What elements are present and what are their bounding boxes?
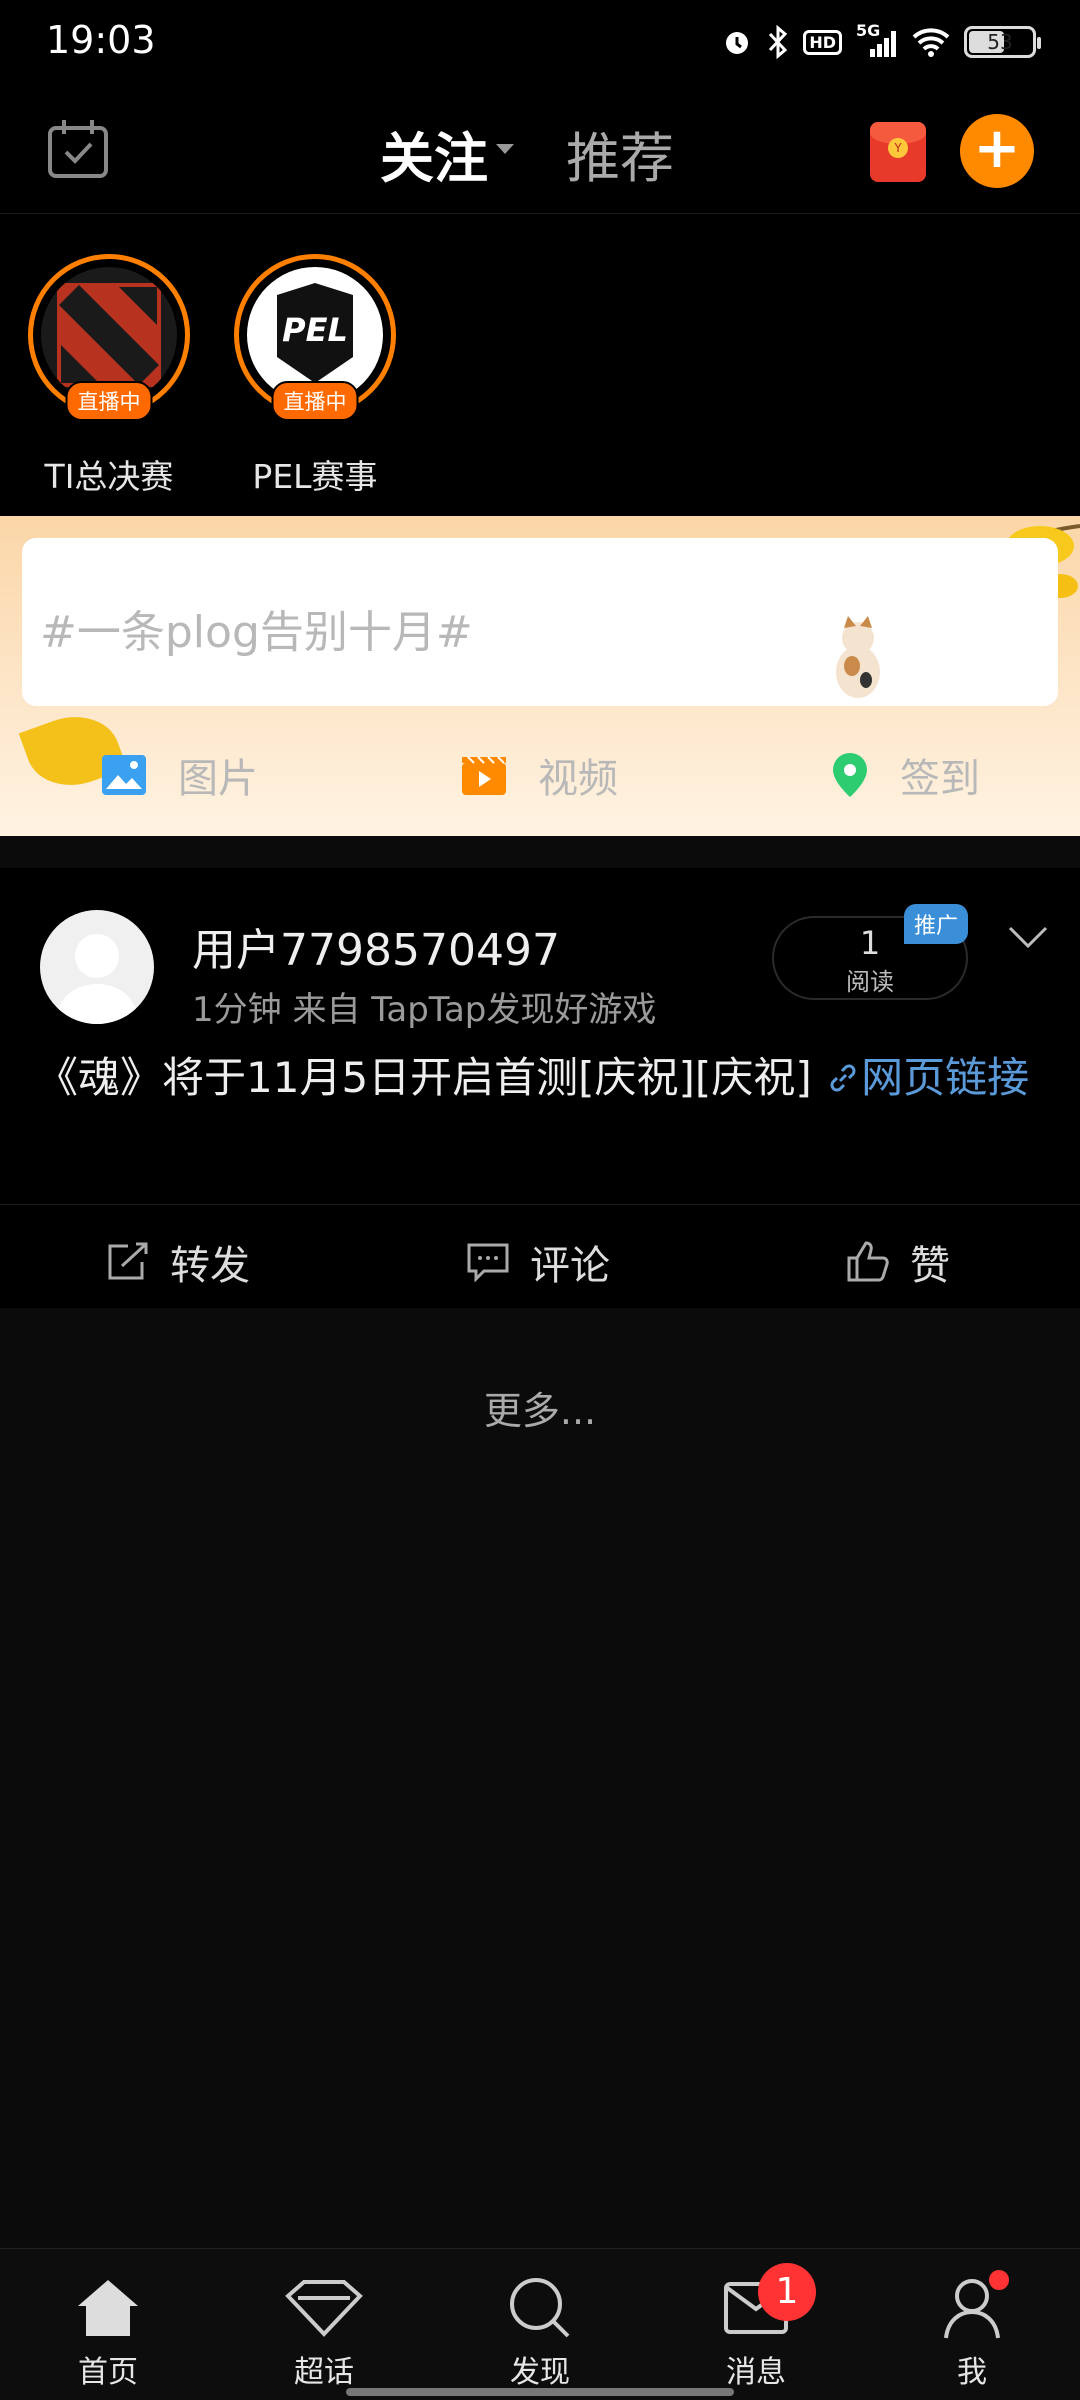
load-more-link[interactable]: 更多... [0,1380,1080,1435]
web-link-label: 网页链接 [861,1053,1030,1102]
bluetooth-icon [769,25,788,59]
live-ring: 直播中 [28,254,190,421]
compose-plus-button[interactable]: + [960,114,1034,188]
video-icon [462,756,506,795]
nav-discover[interactable]: 发现 [480,2273,600,2391]
checkin-calendar-icon[interactable] [46,118,110,180]
search-icon [510,2278,570,2338]
compose-placeholder: #一条plog告别十月# [40,607,473,658]
compose-checkin-label: 签到 [900,756,980,802]
live-badge: 直播中 [65,381,153,421]
default-avatar-icon [54,934,140,1024]
chevron-down-icon[interactable] [1006,922,1050,952]
post-actions: 转发 评论 赞 [0,1204,1080,1308]
live-ring: PEL 直播中 [234,254,396,421]
notification-dot [986,2267,1012,2293]
nav-super-topic-label: 超话 [294,2355,354,2390]
live-item-ti[interactable]: 直播中 TI总决赛 [24,254,194,498]
red-packet-icon[interactable]: Y [870,122,926,182]
compose-video-button[interactable]: 视频 [460,746,618,804]
bottom-nav: 首页 超话 发现 1 消息 我 [0,2248,1080,2400]
read-label: 阅读 [846,968,894,996]
nav-home[interactable]: 首页 [48,2273,168,2391]
message-count-badge: 1 [758,2263,816,2321]
post-username[interactable]: 用户7798570497 [192,914,560,978]
status-time: 19:03 [46,18,156,62]
nav-super-topic[interactable]: 超话 [264,2273,384,2391]
location-pin-icon [833,753,867,797]
comment-label: 评论 [530,1243,610,1289]
post-text: 《魂》将于11月5日开启首测[庆祝][庆祝] 网页链接 [36,1048,1046,1108]
tab-follow-label: 关注 [380,127,488,190]
diamond-icon [285,2280,363,2337]
live-name: PEL赛事 [252,457,378,496]
link-icon [830,1064,856,1092]
top-nav: 关注 推荐 Y + [0,84,1080,214]
comment-icon [467,1243,509,1282]
post-meta: 1分钟 来自 TapTap发现好游戏 [192,990,657,1030]
avatar[interactable] [40,910,154,1024]
compose-input[interactable]: #一条plog告别十月# [22,538,1058,706]
tab-follow[interactable]: 关注 [380,114,514,197]
image-icon [102,755,146,795]
home-indicator[interactable] [346,2388,734,2396]
like-button[interactable]: 赞 [846,1233,950,1291]
thumbs-up-icon [847,1241,889,1282]
live-stream-row: 直播中 TI总决赛 PEL 直播中 PEL赛事 [0,214,1080,516]
compose-video-label: 视频 [538,756,618,802]
signal-icon: 5G [856,21,898,59]
hd-icon: HD [803,29,842,55]
live-badge: 直播中 [271,381,359,421]
compose-banner: #一条plog告别十月# 图片 视频 签到 [0,516,1080,836]
status-icons: HD 5G 53 [721,21,1041,62]
pel-logo-text: PEL [282,311,348,349]
nav-me[interactable]: 我 [912,2267,1032,2391]
alarm-icon [726,32,749,54]
repost-button[interactable]: 转发 [106,1233,250,1291]
post-body: 《魂》将于11月5日开启首测[庆祝][庆祝] [36,1053,826,1102]
web-link[interactable]: 网页链接 [825,1053,1029,1102]
nav-messages-label: 消息 [726,2355,786,2390]
feed-post: 用户7798570497 1分钟 来自 TapTap发现好游戏 1 阅读 推广 … [0,868,1080,1308]
compose-actions: 图片 视频 签到 [0,746,1080,806]
compose-checkin-button[interactable]: 签到 [830,746,980,804]
repost-icon [108,1242,148,1280]
battery-level: 53 [987,30,1013,54]
caret-down-icon [496,144,514,154]
nav-messages[interactable]: 1 消息 [696,2263,816,2391]
compose-image-button[interactable]: 图片 [100,746,258,804]
compose-image-label: 图片 [178,756,258,802]
cat-illustration-icon [836,616,880,698]
live-name: TI总决赛 [44,457,174,496]
battery-icon: 53 [964,26,1041,58]
nav-home-label: 首页 [78,2355,138,2390]
repost-label: 转发 [170,1243,250,1289]
nav-discover-label: 发现 [510,2355,570,2390]
wifi-icon [912,28,950,57]
like-label: 赞 [910,1243,950,1289]
home-icon [78,2280,138,2336]
promo-badge: 推广 [904,904,969,944]
tab-recommend[interactable]: 推荐 [566,114,674,193]
comment-button[interactable]: 评论 [466,1233,610,1291]
live-item-pel[interactable]: PEL 直播中 PEL赛事 [230,254,400,498]
status-bar: 19:03 HD 5G 53 [0,0,1080,84]
nav-me-label: 我 [957,2355,987,2390]
